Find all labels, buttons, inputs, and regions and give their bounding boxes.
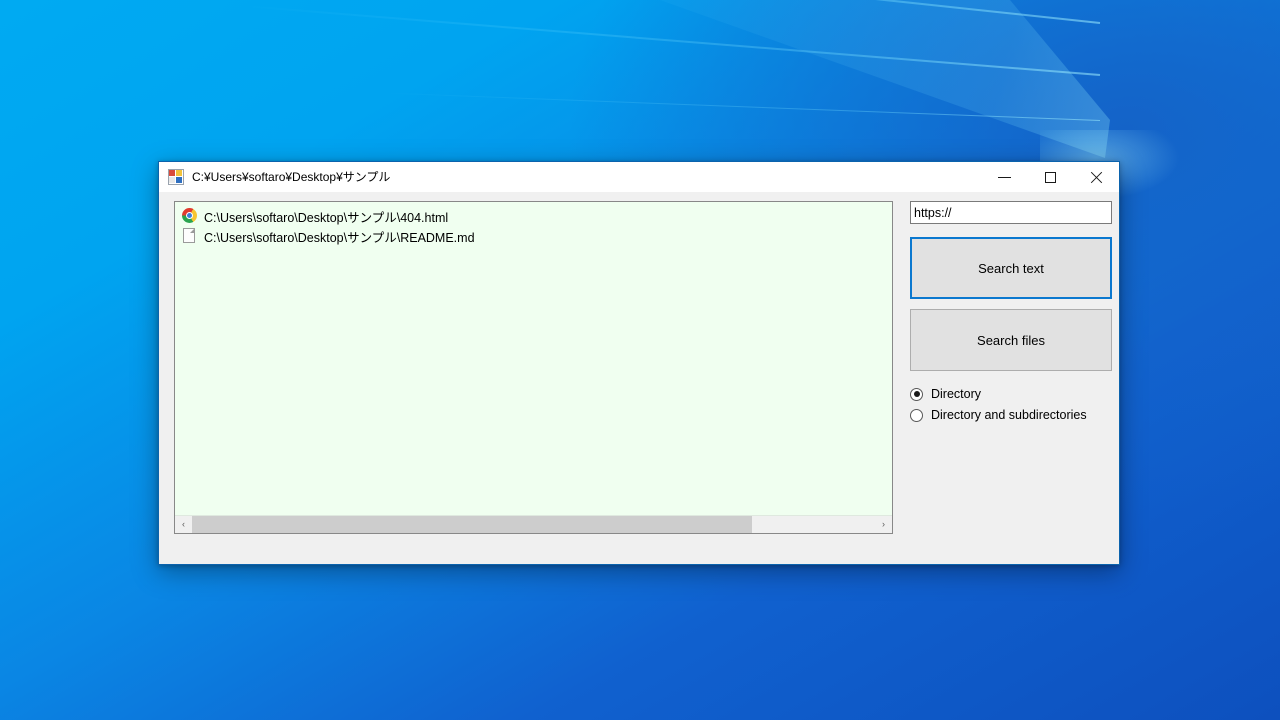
title-bar[interactable]: C:¥Users¥softaro¥Desktop¥サンプル xyxy=(159,162,1119,192)
desktop-background: C:¥Users¥softaro¥Desktop¥サンプル C:\Users\s… xyxy=(0,0,1280,720)
chrome-icon xyxy=(182,208,198,224)
scope-radio-group: Directory Directory and subdirectories xyxy=(910,384,1106,425)
wallpaper-light-ray xyxy=(380,92,1101,122)
search-text-button[interactable]: Search text xyxy=(910,237,1112,299)
list-item[interactable]: C:\Users\softaro\Desktop\サンプル\README.md xyxy=(175,226,892,246)
close-button[interactable] xyxy=(1073,162,1119,192)
radio-mark-icon xyxy=(910,408,923,422)
windows-forms-app-icon xyxy=(168,169,184,185)
window-controls xyxy=(981,162,1119,192)
minimize-icon xyxy=(997,176,1011,178)
horizontal-scrollbar[interactable]: ‹ › xyxy=(175,515,892,533)
search-input[interactable] xyxy=(910,201,1112,224)
list-item-path: C:\Users\softaro\Desktop\サンプル\README.md xyxy=(204,230,475,245)
search-files-button[interactable]: Search files xyxy=(910,309,1112,371)
radio-directory[interactable]: Directory xyxy=(910,384,1106,404)
client-area: C:\Users\softaro\Desktop\サンプル\404.html C… xyxy=(159,192,1119,564)
minimize-button[interactable] xyxy=(981,162,1027,192)
results-list[interactable]: C:\Users\softaro\Desktop\サンプル\404.html C… xyxy=(175,202,892,515)
maximize-icon xyxy=(1044,171,1056,183)
blank-document-icon xyxy=(182,228,198,244)
results-panel: C:\Users\softaro\Desktop\サンプル\404.html C… xyxy=(174,201,893,534)
radio-directory-and-subdirectories[interactable]: Directory and subdirectories xyxy=(910,405,1106,425)
scroll-right-icon[interactable]: › xyxy=(875,516,892,533)
radio-directory-label: Directory xyxy=(931,387,982,401)
close-icon xyxy=(1090,171,1103,184)
wallpaper-light-ray xyxy=(304,0,1101,24)
window-title: C:¥Users¥softaro¥Desktop¥サンプル xyxy=(192,170,391,184)
side-panel: Search text Search files Directory Direc… xyxy=(910,201,1112,426)
scrollbar-track[interactable] xyxy=(192,516,875,533)
list-item[interactable]: C:\Users\softaro\Desktop\サンプル\404.html xyxy=(175,206,892,226)
wallpaper-light-ray xyxy=(242,5,1101,76)
scroll-left-icon[interactable]: ‹ xyxy=(175,516,192,533)
radio-directory-and-subdirectories-label: Directory and subdirectories xyxy=(931,408,1087,422)
radio-mark-icon xyxy=(910,387,923,401)
scrollbar-thumb[interactable] xyxy=(192,516,753,533)
list-item-path: C:\Users\softaro\Desktop\サンプル\404.html xyxy=(204,210,449,225)
application-window: C:¥Users¥softaro¥Desktop¥サンプル C:\Users\s… xyxy=(158,161,1120,565)
maximize-button[interactable] xyxy=(1027,162,1073,192)
